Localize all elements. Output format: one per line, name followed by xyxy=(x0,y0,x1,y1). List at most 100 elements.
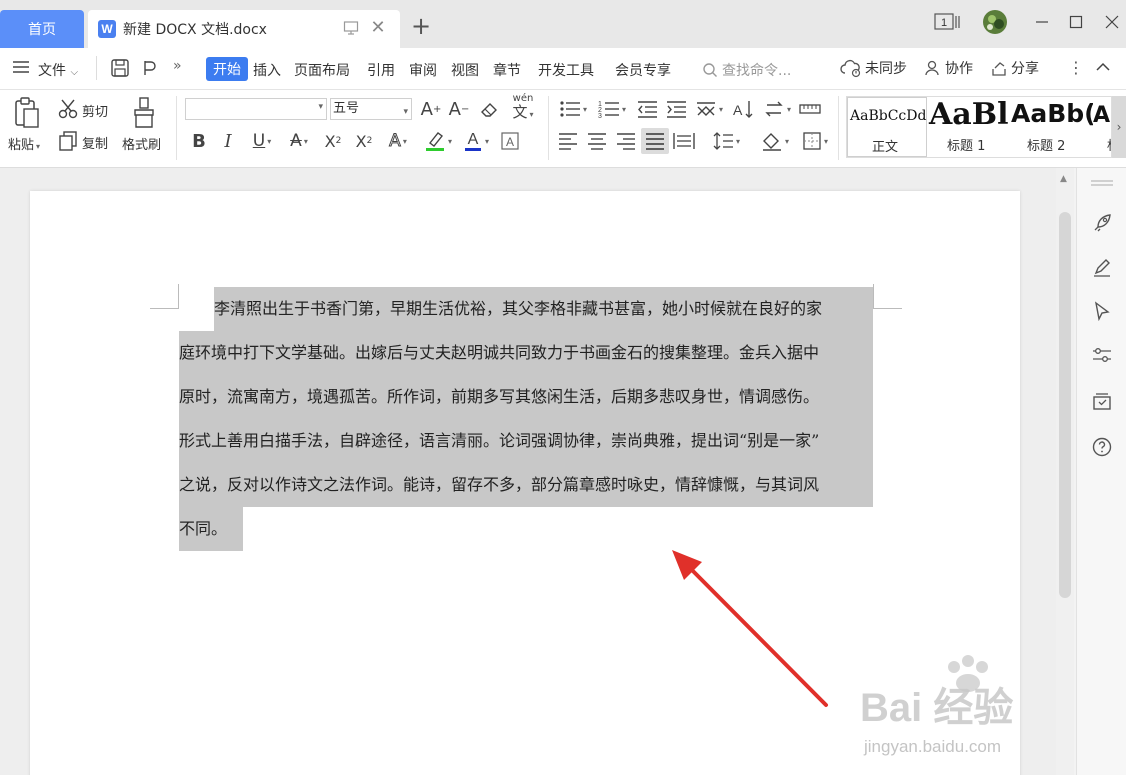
scrollbar-thumb[interactable] xyxy=(1059,212,1071,598)
chevron-down-icon: ▾ xyxy=(318,102,323,112)
line-spacing-icon[interactable]: ▾ xyxy=(708,130,744,152)
grow-font-icon[interactable]: A + xyxy=(420,98,442,120)
superscript-icon[interactable]: X2 xyxy=(322,130,344,152)
monitor-icon[interactable] xyxy=(343,20,359,36)
collapse-ribbon-icon[interactable] xyxy=(1094,58,1112,80)
menu-separator xyxy=(96,56,97,80)
paste-button[interactable]: 粘贴 ▾ xyxy=(8,134,40,153)
paste-icon[interactable] xyxy=(12,96,42,130)
styles-more-button[interactable]: › xyxy=(1112,96,1126,158)
tab-developer[interactable]: 开发工具 xyxy=(538,60,594,80)
justify-icon[interactable] xyxy=(641,128,669,154)
underline-icon[interactable]: U ▾ xyxy=(245,130,279,152)
style-normal[interactable]: AaBbCcDd 正文 xyxy=(847,97,927,157)
tab-page-layout[interactable]: 页面布局 xyxy=(294,60,350,80)
chinese-layout-icon[interactable]: ▾ xyxy=(692,98,726,120)
annotation-arrow xyxy=(672,550,828,707)
close-tab-icon[interactable]: ✕ xyxy=(368,18,388,38)
watermark-url: jingyan.baidu.com xyxy=(864,737,1002,756)
backup-box-icon[interactable] xyxy=(1091,390,1113,412)
cut-button[interactable]: 剪切 xyxy=(82,101,108,120)
tab-review[interactable]: 审阅 xyxy=(409,60,437,80)
share-icon xyxy=(992,62,1006,76)
italic-icon[interactable]: I xyxy=(218,130,238,152)
align-right-icon[interactable] xyxy=(614,130,638,152)
scroll-up-icon[interactable]: ▲ xyxy=(1060,174,1067,184)
font-color-swatch xyxy=(464,148,481,151)
font-size-select[interactable]: 五号 ▾ xyxy=(330,98,412,120)
copy-button[interactable]: 复制 xyxy=(82,133,108,152)
home-tab[interactable]: 首页 xyxy=(0,10,84,48)
style-heading-3[interactable]: A 标 xyxy=(1093,97,1111,157)
help-icon[interactable] xyxy=(1091,436,1113,458)
maximize-icon[interactable] xyxy=(1064,10,1088,34)
scissors-icon[interactable] xyxy=(57,98,79,120)
shrink-font-icon[interactable]: A − xyxy=(448,98,470,120)
pinyin-guide-glyph: wén xyxy=(512,92,534,104)
tab-member[interactable]: 会员专享 xyxy=(615,60,671,80)
align-left-icon[interactable] xyxy=(556,130,580,152)
text-direction-icon[interactable]: ▾ xyxy=(760,98,794,120)
format-painter-icon[interactable] xyxy=(131,96,157,130)
more-options-icon[interactable]: ⋮ xyxy=(1068,58,1084,77)
close-window-icon[interactable] xyxy=(1100,10,1124,34)
collaborate-button[interactable]: 协作 xyxy=(924,58,973,78)
chevron-right-icon: › xyxy=(1116,120,1122,134)
sort-icon[interactable]: A xyxy=(731,98,755,120)
bold-icon[interactable]: B xyxy=(189,130,209,152)
distributed-align-icon[interactable] xyxy=(672,130,696,152)
page-indicator-number: 1 xyxy=(941,17,947,29)
pen-icon[interactable] xyxy=(1091,256,1113,278)
tab-chapter[interactable]: 章节 xyxy=(493,60,521,80)
style-heading-2[interactable]: AaBb( 标题 2 xyxy=(1009,97,1093,157)
drag-handle-icon[interactable] xyxy=(1091,178,1113,188)
tab-references[interactable]: 引用 xyxy=(367,60,395,80)
tab-insert[interactable]: 插入 xyxy=(253,60,281,80)
undo-icon[interactable] xyxy=(140,58,160,82)
cursor-icon[interactable] xyxy=(1091,300,1113,322)
borders-icon[interactable]: ▾ xyxy=(798,130,832,152)
ruler-icon[interactable] xyxy=(798,98,822,120)
chevron-down-icon: ⌵ xyxy=(70,67,79,78)
font-family-select[interactable]: ▾ xyxy=(185,98,327,120)
strikethrough-icon[interactable]: A ▾ xyxy=(282,130,316,152)
watermark-brand: Bai 经验 xyxy=(860,686,1014,730)
rocket-icon[interactable] xyxy=(1091,212,1113,234)
copy-icon[interactable] xyxy=(57,130,79,152)
command-search[interactable]: 查找命令... xyxy=(702,60,791,80)
highlight-color-icon[interactable]: ▾ xyxy=(421,128,455,154)
share-button[interactable]: 分享 xyxy=(990,58,1039,78)
text-line: 原时，流寓南方，境遇孤苦。所作词，前期多写其悠闲生活，后期多悲叹身世，情调感伤。 xyxy=(179,375,873,419)
text-effect-icon[interactable]: A ▾ xyxy=(381,130,415,152)
sync-status-button[interactable]: 未同步 xyxy=(840,58,907,78)
tab-view[interactable]: 视图 xyxy=(451,60,479,80)
chevron-down-icon: ▾ xyxy=(403,107,408,117)
style-heading-1[interactable]: AaBl 标题 1 xyxy=(927,97,1009,157)
eraser-icon[interactable] xyxy=(478,98,500,120)
minimize-icon[interactable] xyxy=(1030,10,1054,34)
document-tab[interactable]: W 新建 DOCX 文档.docx ✕ xyxy=(88,10,400,48)
user-avatar[interactable] xyxy=(982,10,1008,34)
format-painter-button[interactable]: 格式刷 xyxy=(122,134,161,153)
hamburger-menu-icon[interactable] xyxy=(12,58,30,80)
font-color-icon[interactable]: A ▾ xyxy=(459,128,493,154)
subscript-icon[interactable]: X2 xyxy=(352,130,376,152)
svg-text:A: A xyxy=(506,135,514,149)
wps-writer-icon: W xyxy=(98,20,116,38)
save-icon[interactable] xyxy=(110,58,130,82)
pinyin-guide-icon[interactable]: wén 文 ▾ xyxy=(506,92,540,122)
new-tab-button[interactable]: + xyxy=(410,14,432,38)
page-indicator[interactable]: 1 xyxy=(932,10,962,34)
bullet-list-icon[interactable]: ▾ xyxy=(556,98,590,120)
right-sidebar xyxy=(1076,168,1126,775)
numbered-list-icon[interactable]: 1 2 3 ▾ xyxy=(595,98,629,120)
more-commands-icon[interactable]: » xyxy=(173,58,182,74)
align-center-icon[interactable] xyxy=(585,130,609,152)
increase-indent-icon[interactable] xyxy=(664,98,688,120)
adjust-icon[interactable] xyxy=(1091,344,1113,366)
decrease-indent-icon[interactable] xyxy=(635,98,659,120)
character-border-icon[interactable]: A xyxy=(499,130,521,152)
shading-icon[interactable]: ▾ xyxy=(758,130,792,152)
tab-home[interactable]: 开始 xyxy=(206,57,248,81)
file-menu[interactable]: 文件 ⌵ xyxy=(38,60,78,80)
